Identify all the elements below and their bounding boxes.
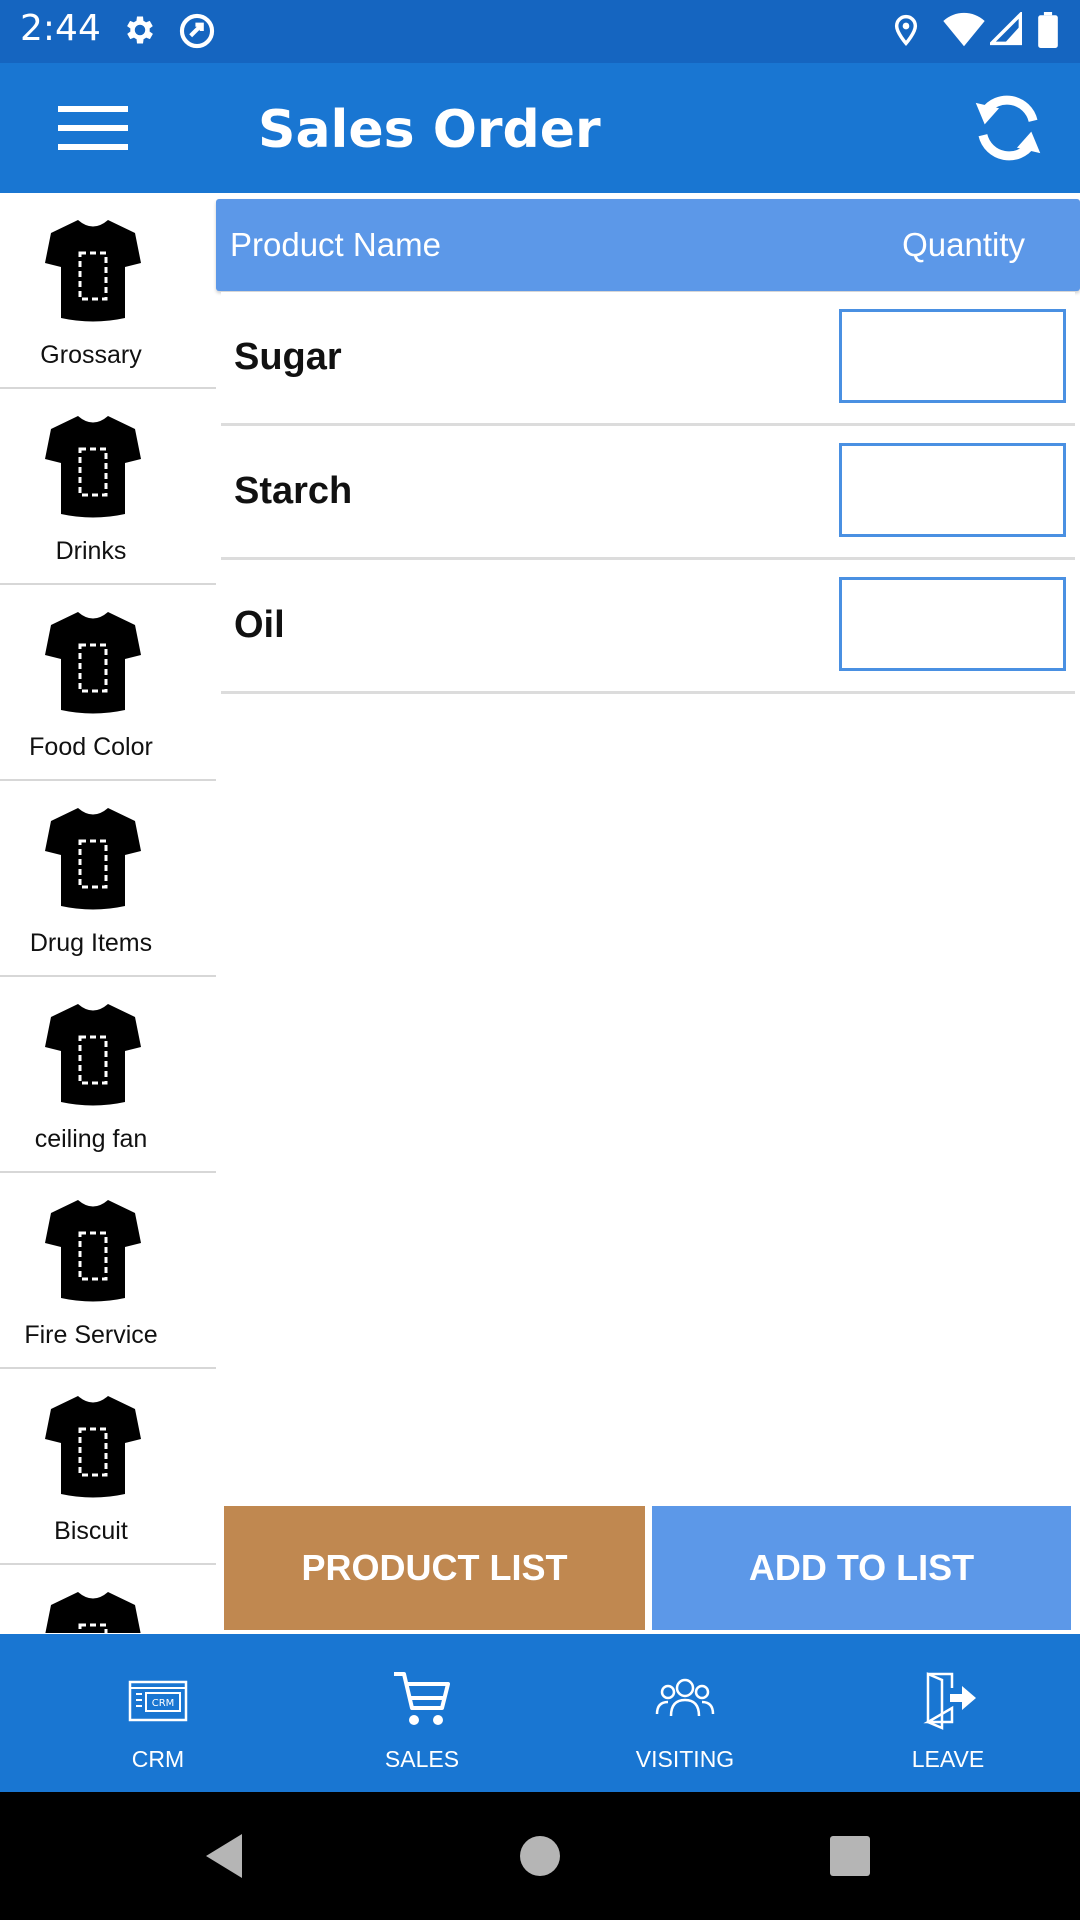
category-item-fire-service[interactable]: Fire Service [0, 1173, 216, 1369]
screen: 2:44 Sales Order Grossary Drinks Food Co… [0, 0, 1080, 1920]
category-item-grossary[interactable]: Grossary [0, 193, 216, 389]
recents-icon[interactable] [822, 1828, 878, 1884]
category-sidebar: Grossary Drinks Food Color Drug Items ce… [0, 193, 216, 1633]
tshirt-icon [45, 1004, 141, 1106]
crm-icon: CRM [128, 1680, 188, 1722]
page-title: Sales Order [258, 100, 601, 160]
quantity-input[interactable] [839, 443, 1066, 537]
nav-label: CRM [131, 1746, 185, 1772]
bottom-navigation: CRM CRM SALES VISITING LEAVE [0, 1634, 1080, 1792]
category-label: Drinks [55, 537, 127, 565]
product-row-oil: Oil [221, 560, 1075, 694]
product-list-button[interactable]: PRODUCT LIST [224, 1506, 645, 1630]
tshirt-icon [45, 1592, 141, 1633]
quantity-input[interactable] [839, 309, 1066, 403]
location-icon [894, 14, 918, 46]
product-name: Sugar [234, 336, 342, 378]
sync-notification-icon [179, 13, 215, 49]
category-label: Food Color [29, 733, 153, 761]
hamburger-menu-icon[interactable] [58, 98, 158, 158]
product-name: Oil [234, 604, 285, 646]
product-list: Sugar Starch Oil [221, 292, 1075, 694]
add-to-list-button[interactable]: ADD TO LIST [652, 1506, 1071, 1630]
category-label: Fire Service [24, 1321, 158, 1349]
back-icon[interactable] [198, 1828, 254, 1884]
category-label: Drug Items [29, 929, 153, 957]
tshirt-icon [45, 416, 141, 518]
nav-label: LEAVE [911, 1746, 985, 1772]
tshirt-icon [45, 808, 141, 910]
column-header-product-name: Product Name [230, 226, 441, 263]
tshirt-icon [45, 612, 141, 714]
nav-label: VISITING [635, 1746, 735, 1772]
tshirt-icon [45, 1200, 141, 1302]
category-label: Grossary [40, 341, 142, 369]
tshirt-icon [45, 220, 141, 322]
category-label: ceiling fan [34, 1125, 148, 1153]
column-header-quantity: Quantity [902, 226, 1025, 263]
nav-item-leave[interactable]: LEAVE [848, 1634, 1048, 1792]
wifi-icon [943, 12, 985, 47]
product-table-header: Product Name Quantity [216, 199, 1080, 291]
nav-label: SALES [384, 1746, 460, 1772]
cart-icon [394, 1672, 450, 1725]
category-item-drinks[interactable]: Drinks [0, 389, 216, 585]
svg-text:CRM: CRM [152, 1698, 175, 1709]
product-row-sugar: Sugar [221, 292, 1075, 426]
nav-item-sales[interactable]: SALES [322, 1634, 522, 1792]
nav-item-visiting[interactable]: VISITING [585, 1634, 785, 1792]
nav-item-crm[interactable]: CRM CRM [58, 1634, 258, 1792]
signal-icon [990, 12, 1022, 46]
quantity-input[interactable] [839, 577, 1066, 671]
settings-icon [127, 16, 153, 44]
battery-icon [1038, 12, 1058, 48]
status-bar: 2:44 [0, 0, 1080, 63]
tshirt-icon [45, 1396, 141, 1498]
status-time: 2:44 [20, 8, 101, 49]
category-item-ceiling-fan[interactable]: ceiling fan [0, 977, 216, 1173]
category-item-food-color[interactable]: Food Color [0, 585, 216, 781]
home-icon[interactable] [512, 1828, 568, 1884]
refresh-icon[interactable] [965, 85, 1051, 171]
category-label: Biscuit [54, 1517, 128, 1545]
product-row-starch: Starch [221, 426, 1075, 560]
category-item-biscuit[interactable]: Biscuit [0, 1369, 216, 1565]
product-name: Starch [234, 470, 353, 512]
people-icon [655, 1678, 715, 1717]
category-item-partial[interactable] [0, 1565, 216, 1633]
exit-door-icon [923, 1672, 976, 1730]
system-navigation-bar [0, 1792, 1080, 1920]
category-item-drug-items[interactable]: Drug Items [0, 781, 216, 977]
app-bar: Sales Order [0, 63, 1080, 193]
